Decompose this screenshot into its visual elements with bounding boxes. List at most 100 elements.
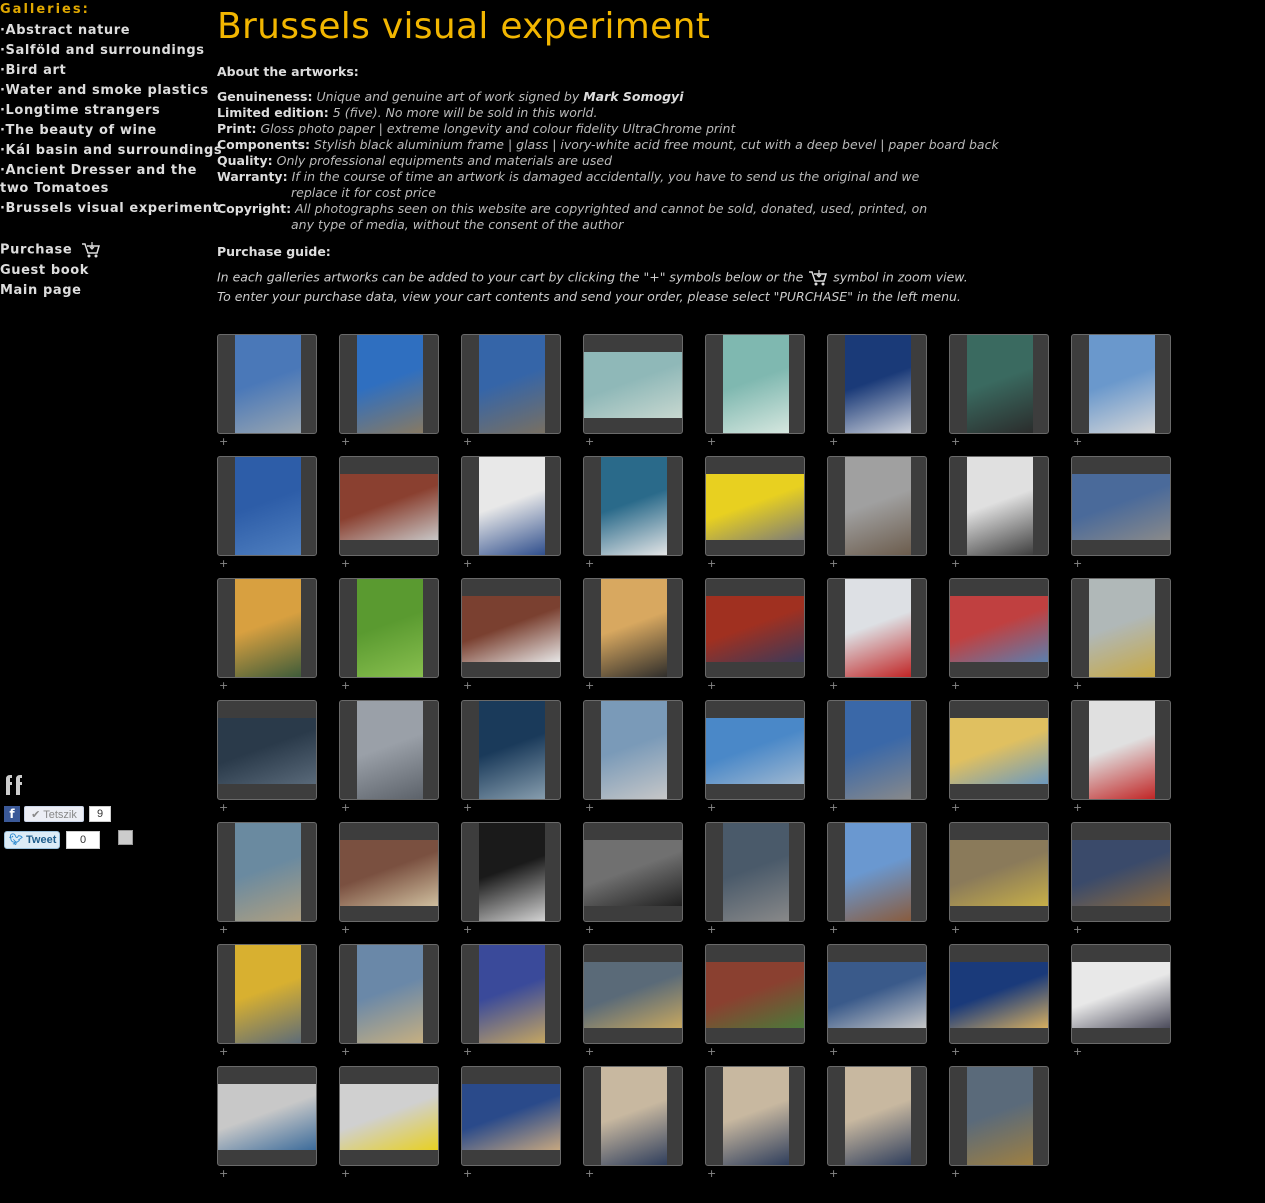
artwork-thumbnail[interactable] xyxy=(827,578,927,678)
artwork-thumbnail[interactable] xyxy=(583,944,683,1044)
artwork-thumbnail[interactable] xyxy=(705,822,805,922)
add-to-cart-plus[interactable]: + xyxy=(219,680,228,691)
artwork-thumbnail[interactable] xyxy=(217,1066,317,1166)
artwork-thumbnail[interactable] xyxy=(217,822,317,922)
artwork-thumbnail[interactable] xyxy=(949,944,1049,1044)
artwork-thumbnail[interactable] xyxy=(705,334,805,434)
artwork-thumbnail[interactable] xyxy=(1071,944,1171,1044)
artwork-thumbnail[interactable] xyxy=(1071,334,1171,434)
artwork-thumbnail[interactable] xyxy=(949,456,1049,556)
artwork-thumbnail[interactable] xyxy=(217,578,317,678)
add-to-cart-plus[interactable]: + xyxy=(585,1046,594,1057)
artwork-thumbnail[interactable] xyxy=(583,456,683,556)
menu-main-page[interactable]: Main page xyxy=(0,282,82,300)
artwork-thumbnail[interactable] xyxy=(1071,822,1171,922)
menu-brussels[interactable]: ·Brussels visual experiment xyxy=(0,200,219,218)
add-to-cart-plus[interactable]: + xyxy=(1073,1046,1082,1057)
menu-water-smoke[interactable]: ·Water and smoke plastics xyxy=(0,82,209,100)
add-to-cart-plus[interactable]: + xyxy=(585,802,594,813)
artwork-thumbnail[interactable] xyxy=(705,1066,805,1166)
add-to-cart-plus[interactable]: + xyxy=(951,1046,960,1057)
artwork-thumbnail[interactable] xyxy=(583,822,683,922)
menu-salfold[interactable]: ·Salföld and surroundings xyxy=(0,42,205,60)
add-to-cart-plus[interactable]: + xyxy=(219,558,228,569)
add-to-cart-plus[interactable]: + xyxy=(951,436,960,447)
artwork-thumbnail[interactable] xyxy=(461,822,561,922)
add-to-cart-plus[interactable]: + xyxy=(463,1046,472,1057)
add-to-cart-plus[interactable]: + xyxy=(707,924,716,935)
artwork-thumbnail[interactable] xyxy=(949,822,1049,922)
add-to-cart-plus[interactable]: + xyxy=(829,924,838,935)
artwork-thumbnail[interactable] xyxy=(1071,456,1171,556)
artwork-thumbnail[interactable] xyxy=(583,578,683,678)
artwork-thumbnail[interactable] xyxy=(827,1066,927,1166)
add-to-cart-plus[interactable]: + xyxy=(1073,436,1082,447)
artwork-thumbnail[interactable] xyxy=(339,1066,439,1166)
artwork-thumbnail[interactable] xyxy=(827,944,927,1044)
menu-purchase[interactable]: Purchase xyxy=(0,241,101,260)
artwork-thumbnail[interactable] xyxy=(461,334,561,434)
artwork-thumbnail[interactable] xyxy=(949,700,1049,800)
add-to-cart-plus[interactable]: + xyxy=(341,802,350,813)
add-to-cart-plus[interactable]: + xyxy=(219,436,228,447)
add-to-cart-plus[interactable]: + xyxy=(585,924,594,935)
add-to-cart-plus[interactable]: + xyxy=(951,558,960,569)
add-to-cart-plus[interactable]: + xyxy=(341,680,350,691)
artwork-thumbnail[interactable] xyxy=(705,700,805,800)
add-to-cart-plus[interactable]: + xyxy=(463,436,472,447)
add-to-cart-plus[interactable]: + xyxy=(341,924,350,935)
add-to-cart-plus[interactable]: + xyxy=(707,680,716,691)
artwork-thumbnail[interactable] xyxy=(339,334,439,434)
artwork-thumbnail[interactable] xyxy=(461,1066,561,1166)
add-to-cart-plus[interactable]: + xyxy=(707,802,716,813)
artwork-thumbnail[interactable] xyxy=(461,456,561,556)
add-to-cart-plus[interactable]: + xyxy=(585,1168,594,1179)
artwork-thumbnail[interactable] xyxy=(339,944,439,1044)
artwork-thumbnail[interactable] xyxy=(339,456,439,556)
add-to-cart-plus[interactable]: + xyxy=(1073,680,1082,691)
artwork-thumbnail[interactable] xyxy=(217,456,317,556)
add-to-cart-plus[interactable]: + xyxy=(829,436,838,447)
add-to-cart-plus[interactable]: + xyxy=(707,558,716,569)
artwork-thumbnail[interactable] xyxy=(339,822,439,922)
add-to-cart-plus[interactable]: + xyxy=(341,558,350,569)
add-to-cart-plus[interactable]: + xyxy=(219,1168,228,1179)
artwork-thumbnail[interactable] xyxy=(705,456,805,556)
artwork-thumbnail[interactable] xyxy=(583,700,683,800)
add-to-cart-plus[interactable]: + xyxy=(707,436,716,447)
menu-bird-art[interactable]: ·Bird art xyxy=(0,62,66,80)
add-to-cart-plus[interactable]: + xyxy=(1073,802,1082,813)
add-to-cart-plus[interactable]: + xyxy=(829,680,838,691)
artwork-thumbnail[interactable] xyxy=(705,578,805,678)
add-to-cart-plus[interactable]: + xyxy=(463,558,472,569)
add-to-cart-plus[interactable]: + xyxy=(951,802,960,813)
add-to-cart-plus[interactable]: + xyxy=(463,1168,472,1179)
artwork-thumbnail[interactable] xyxy=(339,700,439,800)
artwork-thumbnail[interactable] xyxy=(949,578,1049,678)
add-to-cart-plus[interactable]: + xyxy=(463,680,472,691)
facebook-icon[interactable]: f xyxy=(4,806,20,822)
like-button[interactable]: ✔ Tetszik xyxy=(24,806,84,822)
artwork-thumbnail[interactable] xyxy=(461,944,561,1044)
add-to-cart-plus[interactable]: + xyxy=(1073,558,1082,569)
add-to-cart-plus[interactable]: + xyxy=(707,1046,716,1057)
add-to-cart-plus[interactable]: + xyxy=(951,924,960,935)
artwork-thumbnail[interactable] xyxy=(583,334,683,434)
menu-longtime-strangers[interactable]: ·Longtime strangers xyxy=(0,102,160,120)
menu-ancient-dresser[interactable]: ·Ancient Dresser and the two Tomatoes xyxy=(0,162,212,198)
artwork-thumbnail[interactable] xyxy=(1071,578,1171,678)
menu-guest-book[interactable]: Guest book xyxy=(0,262,89,280)
add-to-cart-plus[interactable]: + xyxy=(951,680,960,691)
add-to-cart-plus[interactable]: + xyxy=(585,558,594,569)
artwork-thumbnail[interactable] xyxy=(461,578,561,678)
artwork-thumbnail[interactable] xyxy=(827,822,927,922)
menu-abstract-nature[interactable]: ·Abstract nature xyxy=(0,22,130,40)
artwork-thumbnail[interactable] xyxy=(217,334,317,434)
artwork-thumbnail[interactable] xyxy=(827,700,927,800)
add-to-cart-plus[interactable]: + xyxy=(463,802,472,813)
artwork-thumbnail[interactable] xyxy=(583,1066,683,1166)
add-to-cart-plus[interactable]: + xyxy=(341,1168,350,1179)
add-to-cart-plus[interactable]: + xyxy=(463,924,472,935)
tweet-button[interactable]: 🐦︎ Tweet xyxy=(4,831,60,849)
artwork-thumbnail[interactable] xyxy=(217,944,317,1044)
